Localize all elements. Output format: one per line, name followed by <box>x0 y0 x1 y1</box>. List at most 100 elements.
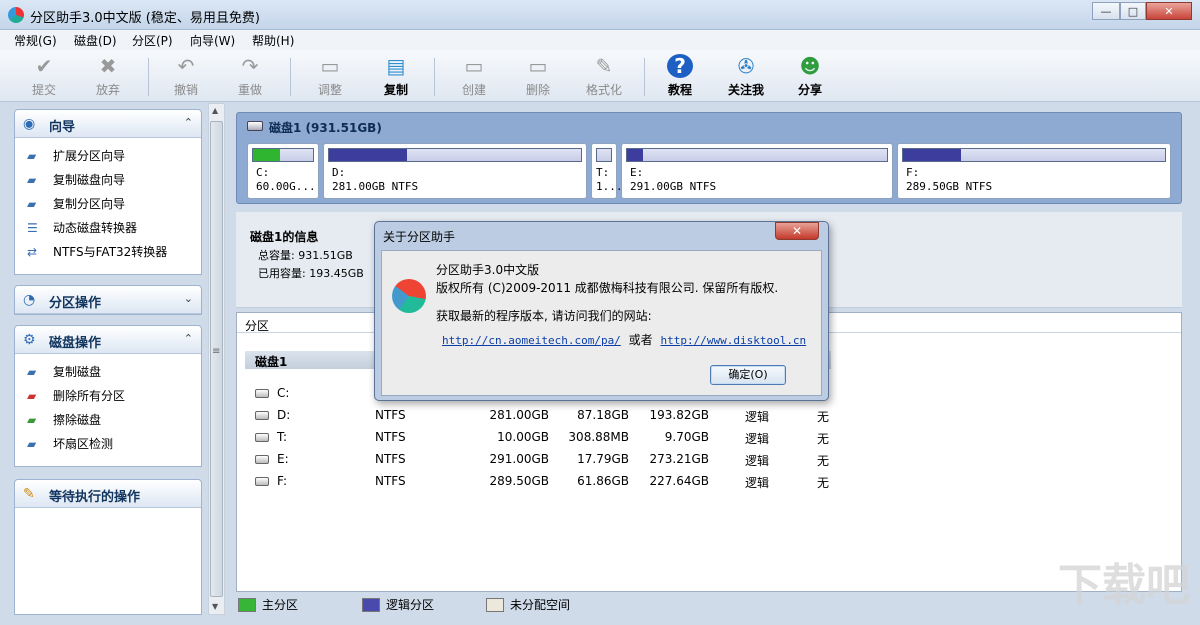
chevron-up-icon[interactable]: ⌃ <box>184 332 193 345</box>
wizard-icon: ◉ <box>23 116 36 132</box>
sidebar-item-copy-disk-wizard[interactable]: ▰ 复制磁盘向导 <box>15 168 201 192</box>
discard-button[interactable]: ✖ 放弃 <box>78 54 138 100</box>
partition-block-d[interactable]: D: 281.00GB NTFS <box>323 143 587 199</box>
gear-icon: ⚙ <box>23 332 36 348</box>
table-row[interactable]: F: NTFS 289.50GB 61.86GB 227.64GB 逻辑 无 <box>237 471 1181 493</box>
disk-stack-icon: ☰ <box>27 221 38 235</box>
wipe-disk-icon: ▰ <box>27 413 37 427</box>
dialog-or-text: 或者 <box>628 333 653 347</box>
legend-unallocated: 未分配空间 <box>486 596 606 614</box>
partition-ops-header[interactable]: ◔ 分区操作 ⌄ <box>15 286 201 314</box>
partition-block-t[interactable]: T: 1... <box>591 143 623 199</box>
sidebar-item-copy-disk[interactable]: ▰ 复制磁盘 <box>15 360 201 384</box>
share-button[interactable]: ☻ 分享 <box>780 54 840 100</box>
convert-icon: ⇄ <box>27 245 38 259</box>
partition-block-e[interactable]: E: 291.00GB NTFS <box>621 143 893 199</box>
chevron-down-icon[interactable]: ⌄ <box>184 292 193 305</box>
scroll-down-icon[interactable]: ▼ <box>212 602 218 611</box>
undo-button[interactable]: ↶ 撤销 <box>156 54 216 100</box>
disk-ops-header[interactable]: ⚙ 磁盘操作 ⌃ <box>15 326 201 354</box>
dialog-body: 分区助手3.0中文版 版权所有 (C)2009-2011 成都傲梅科技有限公司.… <box>381 250 822 396</box>
drive-icon <box>255 433 269 442</box>
menu-general[interactable]: 常规(G) <box>14 32 57 49</box>
partition-usage-bar <box>626 148 888 162</box>
follow-button[interactable]: ✇ 关注我 <box>716 54 776 100</box>
disk-info-title: 磁盘1的信息 <box>250 230 319 244</box>
redo-button[interactable]: ↷ 重做 <box>220 54 280 100</box>
disk-title: 磁盘1 (931.51GB) <box>269 121 382 135</box>
menu-disk[interactable]: 磁盘(D) <box>74 32 117 49</box>
website-link-disktool[interactable]: http://www.disktool.cn <box>660 334 806 347</box>
sidebar-item-copy-partition-wizard[interactable]: ▰ 复制分区向导 <box>15 192 201 216</box>
partition-usage-bar <box>328 148 582 162</box>
maximize-button[interactable]: □ <box>1120 2 1146 20</box>
partition-usage-bar <box>252 148 314 162</box>
partition-usage-bar <box>902 148 1166 162</box>
sidebar-item-bad-sector-check[interactable]: ▰ 坏扇区检测 <box>15 432 201 456</box>
menu-wizard[interactable]: 向导(W) <box>190 32 235 49</box>
help-icon: ? <box>667 54 693 78</box>
app-logo-icon <box>392 279 426 313</box>
delete-button[interactable]: ▭ 删除 <box>508 54 568 100</box>
format-icon: ✎ <box>595 54 613 78</box>
commit-button[interactable]: ✔ 提交 <box>14 54 74 100</box>
partition-icon: ◔ <box>23 292 36 308</box>
format-button[interactable]: ✎ 格式化 <box>574 54 634 100</box>
legend-logical: 逻辑分区 <box>362 596 472 614</box>
sidebar-item-extend-wizard[interactable]: ▰ 扩展分区向导 <box>15 144 201 168</box>
partition-block-c[interactable]: C: 60.00G... <box>247 143 319 199</box>
table-row[interactable]: T: NTFS 10.00GB 308.88MB 9.70GB 逻辑 无 <box>237 427 1181 449</box>
minimize-button[interactable]: — <box>1092 2 1120 20</box>
sidebar-item-wipe-disk[interactable]: ▰ 擦除磁盘 <box>15 408 201 432</box>
ok-button[interactable]: 确定(O) <box>710 365 786 385</box>
sidebar-item-dynamic-disk-converter[interactable]: ☰ 动态磁盘转换器 <box>15 216 201 240</box>
menu-bar: 常规(G) 磁盘(D) 分区(P) 向导(W) 帮助(H) <box>0 30 1200 50</box>
delete-disk-icon: ▰ <box>27 389 37 403</box>
close-button[interactable]: ✕ <box>1146 2 1192 20</box>
undo-icon: ↶ <box>177 54 195 78</box>
dialog-close-button[interactable]: ✕ <box>775 222 819 240</box>
pending-ops-title: 等待执行的操作 <box>49 490 141 505</box>
left-pane: ◉ 向导 ⌃ ▰ 扩展分区向导 ▰ 复制磁盘向导 ▰ 复制分区向导 ☰ 动态磁盘转换器 … <box>8 103 206 615</box>
pending-ops-header[interactable]: ✎ 等待执行的操作 <box>15 480 201 508</box>
chevron-up-icon[interactable]: ⌃ <box>184 116 193 129</box>
follow-icon: ✇ <box>737 54 755 78</box>
partition-ops-title: 分区操作 <box>49 296 102 311</box>
wizard-panel-header[interactable]: ◉ 向导 ⌃ <box>15 110 201 138</box>
disk-icon: ▰ <box>27 149 37 163</box>
disk-ops-title: 磁盘操作 <box>49 336 102 351</box>
app-icon <box>8 7 24 23</box>
share-icon: ☻ <box>799 54 821 78</box>
resize-button[interactable]: ▭ 调整 <box>300 54 360 100</box>
toolbar-divider <box>644 58 645 96</box>
copy-button[interactable]: ▤ 复制 <box>366 54 426 100</box>
menu-help[interactable]: 帮助(H) <box>252 32 294 49</box>
title-bar: 分区助手3.0中文版 (稳定、易用且免费) — □ ✕ <box>0 0 1200 30</box>
delete-icon: ▭ <box>528 54 548 78</box>
menu-partition[interactable]: 分区(P) <box>132 32 173 49</box>
sidebar-item-delete-all-partitions[interactable]: ▰ 删除所有分区 <box>15 384 201 408</box>
website-link-aomei[interactable]: http://cn.aomeitech.com/pa/ <box>442 334 621 347</box>
scroll-up-icon[interactable]: ▲ <box>212 106 218 115</box>
table-row[interactable]: E: NTFS 291.00GB 17.79GB 273.21GB 逻辑 无 <box>237 449 1181 471</box>
partition-usage-fill <box>329 149 408 161</box>
column-header-partition[interactable]: 分区 <box>245 317 269 334</box>
tutorial-button[interactable]: ? 教程 <box>650 54 710 100</box>
partition-block-f[interactable]: F: 289.50GB NTFS <box>897 143 1171 199</box>
table-row[interactable]: D: NTFS 281.00GB 87.18GB 193.82GB 逻辑 无 <box>237 405 1181 427</box>
legend-swatch <box>486 598 504 612</box>
pending-ops-panel: ✎ 等待执行的操作 <box>14 479 202 615</box>
pending-icon: ✎ <box>23 486 35 502</box>
create-button[interactable]: ▭ 创建 <box>444 54 504 100</box>
disk-group-label: 磁盘1 <box>255 355 288 369</box>
scrollbar-thumb[interactable] <box>210 121 223 597</box>
window-title: 分区助手3.0中文版 (稳定、易用且免费) <box>30 11 260 26</box>
dialog-copyright: 版权所有 (C)2009-2011 成都傲梅科技有限公司. 保留所有版权. <box>436 281 779 295</box>
legend-primary: 主分区 <box>238 596 338 614</box>
check-icon: ✔ <box>35 54 53 78</box>
drive-icon <box>255 389 269 398</box>
drive-icon <box>255 411 269 420</box>
sidebar-item-ntfs-fat32-converter[interactable]: ⇄ NTFS与FAT32转换器 <box>15 240 201 264</box>
vertical-scrollbar[interactable]: ▲ ≡ ▼ <box>208 103 225 615</box>
disk-ops-panel: ⚙ 磁盘操作 ⌃ ▰ 复制磁盘 ▰ 删除所有分区 ▰ 擦除磁盘 ▰ 坏扇区检测 <box>14 325 202 467</box>
